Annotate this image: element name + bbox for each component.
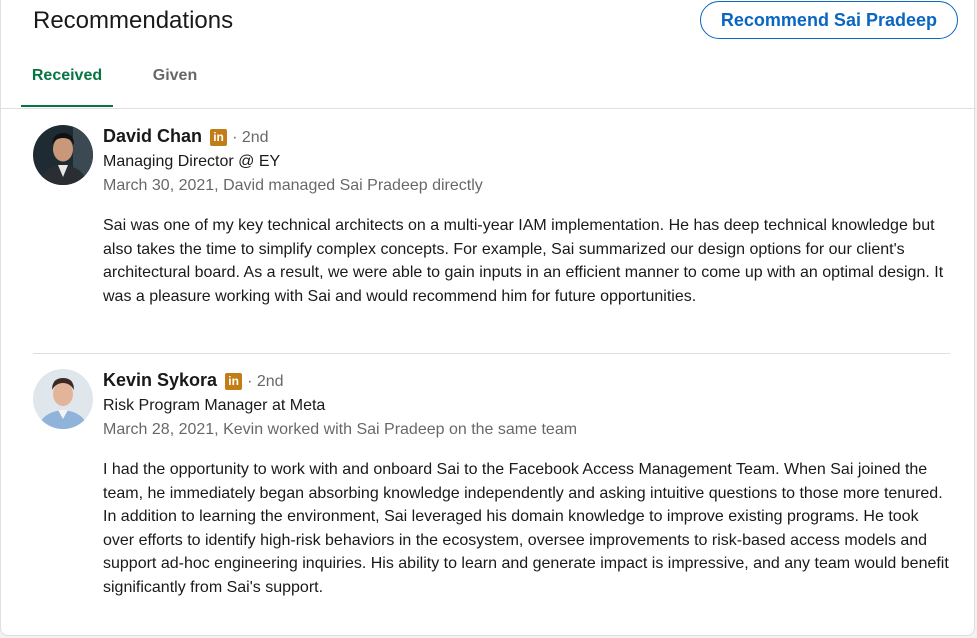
tab-received[interactable]: Received xyxy=(21,52,113,107)
connection-degree: · 2nd xyxy=(232,129,269,146)
recommendation-body: David Chan in · 2nd Managing Director @ … xyxy=(103,124,953,308)
recommend-button[interactable]: Recommend Sai Pradeep xyxy=(699,1,958,39)
name-line: Kevin Sykora in · 2nd xyxy=(103,368,953,392)
recommendations-header: Recommendations Recommend Sai Pradeep xyxy=(33,1,958,44)
linkedin-badge-icon: in xyxy=(210,129,228,146)
recommendation-body: Kevin Sykora in · 2nd Risk Program Manag… xyxy=(103,368,953,600)
connection-degree: · 2nd xyxy=(247,373,284,390)
tab-bar: Received Given xyxy=(1,52,976,109)
recommender-name[interactable]: David Chan xyxy=(103,126,202,146)
divider xyxy=(33,353,950,354)
person-photo-icon xyxy=(33,369,93,429)
recommendation-text: I had the opportunity to work with and o… xyxy=(103,461,949,596)
avatar[interactable] xyxy=(33,125,93,185)
recommender-headline: Risk Program Manager at Meta xyxy=(103,397,326,414)
recommendations-card: Recommendations Recommend Sai Pradeep Re… xyxy=(0,0,976,636)
recommendation-meta: March 30, 2021, David managed Sai Pradee… xyxy=(103,177,483,194)
person-photo-icon xyxy=(33,125,93,185)
recommender-headline: Managing Director @ EY xyxy=(103,153,281,170)
name-line: David Chan in · 2nd xyxy=(103,124,953,148)
section-title: Recommendations xyxy=(33,7,234,34)
linkedin-badge-icon: in xyxy=(225,373,243,390)
recommendation-meta: March 28, 2021, Kevin worked with Sai Pr… xyxy=(103,421,578,438)
recommender-name[interactable]: Kevin Sykora xyxy=(103,370,217,390)
tab-given[interactable]: Given xyxy=(137,52,213,107)
recommendation-text: Sai was one of my key technical architec… xyxy=(103,217,944,305)
avatar[interactable] xyxy=(33,369,93,429)
